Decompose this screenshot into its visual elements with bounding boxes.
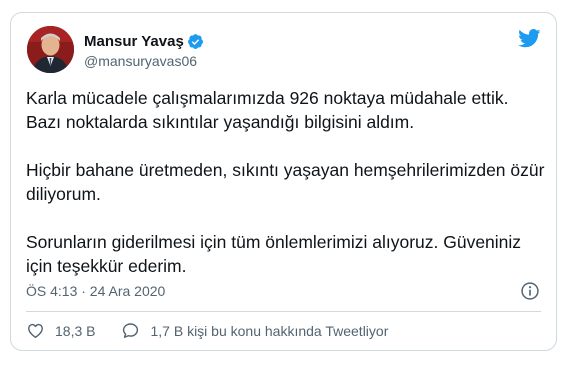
author-avatar[interactable]	[27, 26, 74, 73]
reply-count: 1,7 B kişi bu konu hakkında Tweetliyor	[150, 322, 389, 339]
tweet-actions: 18,3 B 1,7 B kişi bu konu hakkında Tweet…	[26, 321, 414, 340]
tweet-paragraph-3: Sorunların giderilmesi için tüm önlemler…	[26, 232, 522, 276]
reply-bubble-icon	[123, 323, 139, 338]
tweet-timestamp[interactable]: ÖS 4:13 · 24 Ara 2020	[26, 283, 165, 299]
author-handle[interactable]: @mansuryavas06	[84, 53, 204, 69]
like-button[interactable]: 18,3 B	[26, 321, 95, 340]
heart-icon	[28, 323, 43, 338]
tweet-paragraph-2: Hiçbir bahane üretmeden, sıkıntı yaşayan…	[26, 160, 545, 204]
verified-badge-icon	[187, 33, 204, 50]
author-name[interactable]: Mansur Yavaş	[84, 33, 184, 50]
like-count: 18,3 B	[55, 322, 96, 339]
info-icon[interactable]	[520, 281, 540, 301]
tweet-paragraph-1: Karla mücadele çalışmalarımızda 926 nokt…	[26, 88, 509, 132]
divider	[26, 311, 541, 312]
tweet-text: Karla mücadele çalışmalarımızda 926 nokt…	[26, 86, 546, 278]
tweet-card[interactable]: Mansur Yavaş @mansuryavas06 Karla mücade…	[10, 12, 557, 351]
author-name-row[interactable]: Mansur Yavaş	[84, 31, 204, 51]
author-info[interactable]: Mansur Yavaş @mansuryavas06	[84, 31, 204, 69]
reply-button[interactable]: 1,7 B kişi bu konu hakkında Tweetliyor	[121, 321, 388, 340]
twitter-bird-icon[interactable]	[518, 29, 541, 48]
